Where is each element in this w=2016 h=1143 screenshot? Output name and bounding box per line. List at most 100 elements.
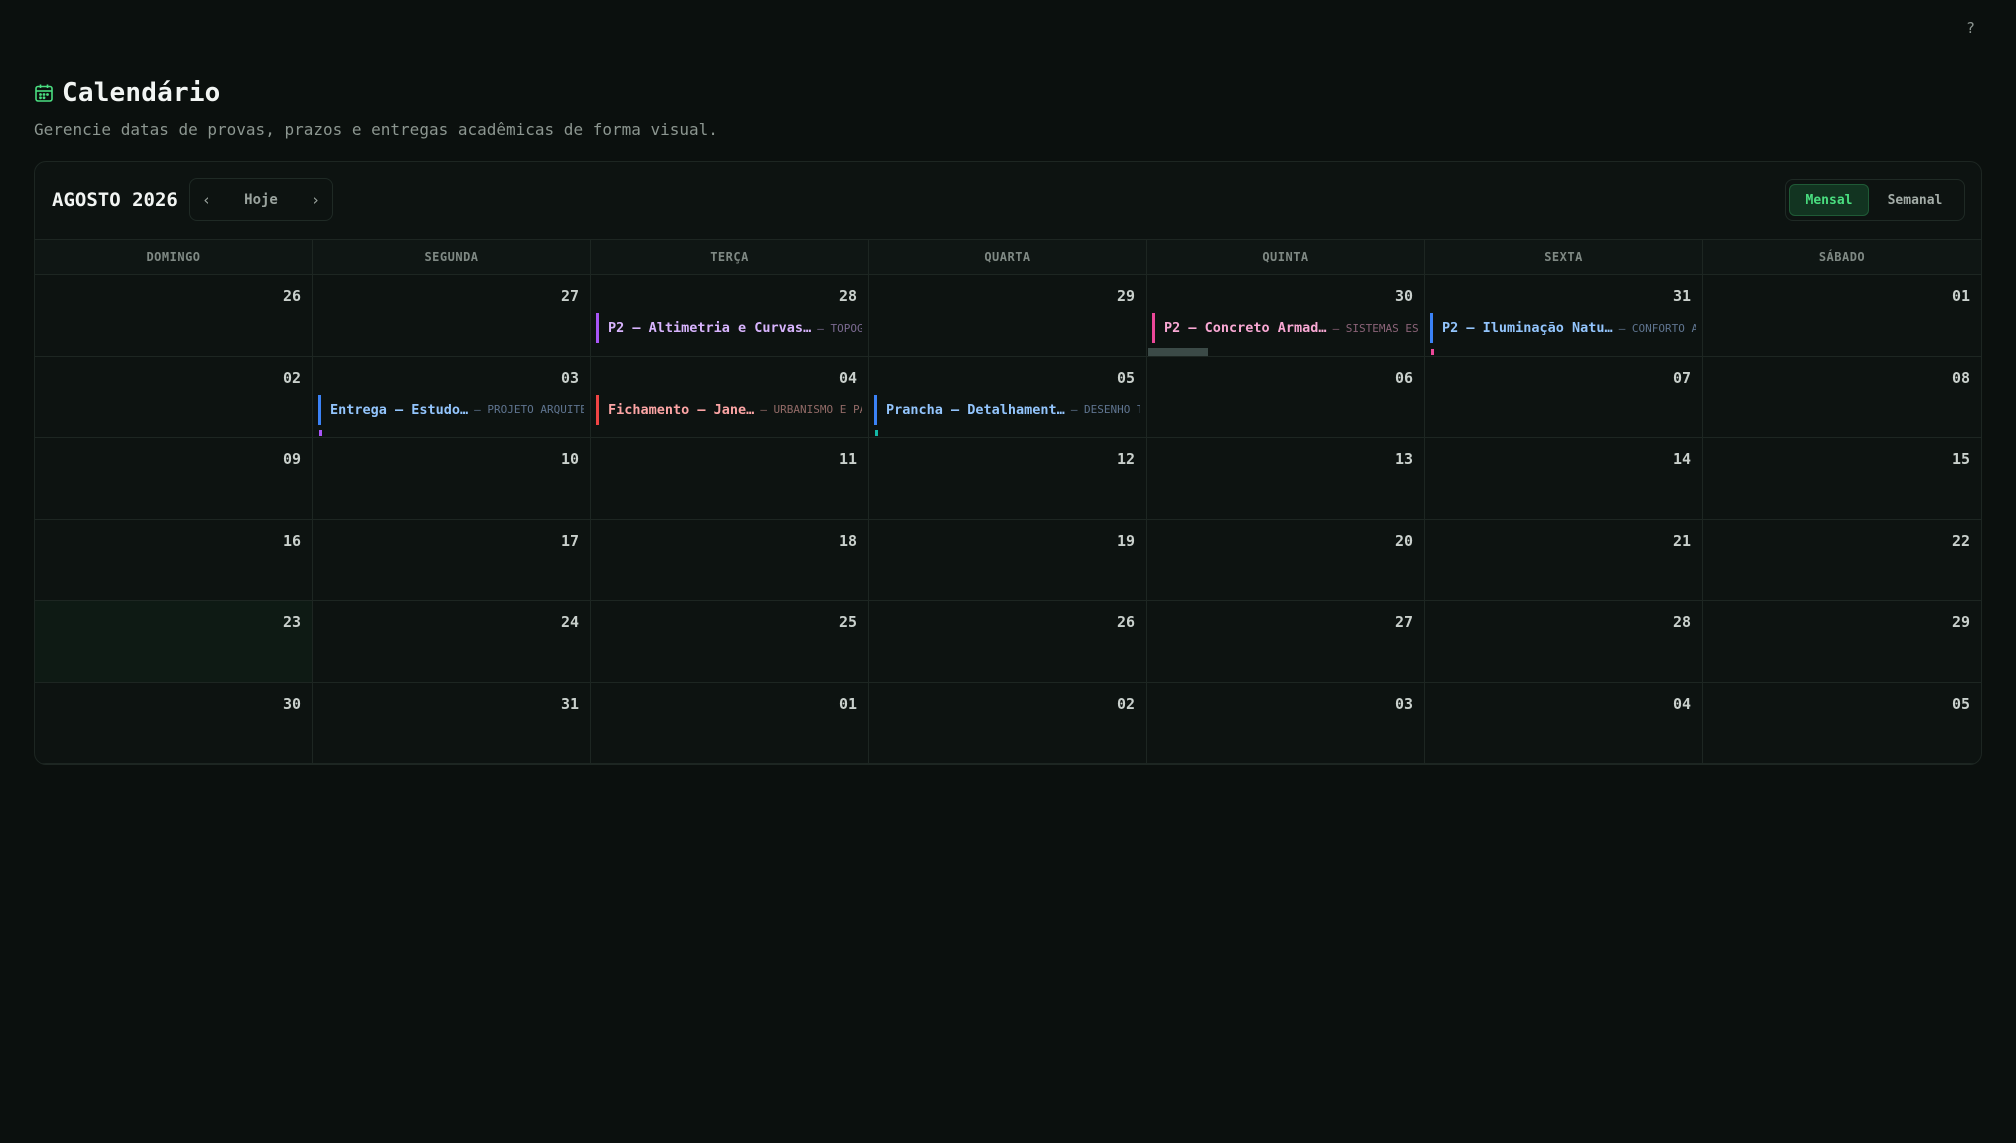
day-cell[interactable]: 27: [1147, 601, 1425, 683]
chevron-left-icon[interactable]: ‹: [202, 191, 211, 209]
day-number: 27: [560, 287, 579, 305]
day-number: 27: [1394, 613, 1413, 631]
day-number: 31: [1672, 287, 1691, 305]
day-number: 29: [1116, 287, 1135, 305]
view-toggle: Mensal Semanal: [1785, 179, 1965, 221]
weekday-label: QUARTA: [869, 240, 1147, 274]
page-title: Calendário: [62, 78, 221, 108]
day-number: 14: [1672, 450, 1691, 468]
day-cell[interactable]: 24: [313, 601, 591, 683]
event-subject: — SISTEMAS ES…: [1332, 321, 1418, 335]
day-number: 21: [1672, 531, 1691, 550]
day-cell[interactable]: 07: [1425, 356, 1703, 438]
day-number: 02: [282, 368, 301, 387]
day-number: 03: [560, 368, 579, 387]
page-subtitle: Gerencie datas de provas, prazos e entre…: [34, 120, 718, 139]
day-number: 01: [838, 694, 857, 713]
day-cell[interactable]: 18: [591, 519, 869, 601]
day-number: 13: [1394, 450, 1413, 468]
weekday-header: DOMINGO SEGUNDA TERÇA QUARTA QUINTA SEXTA SÁBA…: [35, 239, 1981, 275]
calendar-icon: [34, 83, 54, 103]
day-cell[interactable]: 31: [313, 682, 591, 764]
day-cell[interactable]: 27: [313, 275, 591, 357]
event-title: Fichamento — Jane…: [608, 401, 755, 418]
day-number: 28: [838, 287, 857, 305]
day-cell[interactable]: 10: [313, 438, 591, 520]
calendar-toolbar: AGOSTO 2026 ‹ Hoje › Mensal Semanal: [35, 162, 1981, 239]
day-cell[interactable]: 26: [869, 601, 1147, 683]
calendar-event[interactable]: P2 — Concreto Armad… — SISTEMAS ES…: [1152, 313, 1418, 343]
event-subject: — PROJETO ARQUITE…: [474, 403, 584, 416]
day-cell-today[interactable]: 23: [35, 601, 313, 683]
view-monthly-button[interactable]: Mensal: [1789, 184, 1869, 216]
day-number: 05: [1116, 368, 1135, 387]
weekday-label: SEGUNDA: [313, 240, 591, 274]
day-cell[interactable]: 15: [1703, 438, 1981, 520]
day-number: 26: [1116, 613, 1135, 631]
day-cell[interactable]: 20: [1147, 519, 1425, 601]
day-cell[interactable]: 12: [869, 438, 1147, 520]
day-cell[interactable]: 09: [35, 438, 313, 520]
day-cell[interactable]: 11: [591, 438, 869, 520]
event-title: P2 — Altimetria e Curvas…: [608, 320, 812, 336]
day-cell[interactable]: 05: [1703, 683, 1981, 764]
day-cell[interactable]: 04 Fichamento — Jane… — URBANISMO E PAI…: [591, 356, 869, 438]
day-number: 12: [1116, 450, 1135, 468]
day-cell[interactable]: 03 Entrega — Estudo… — PROJETO ARQUITE…: [313, 356, 591, 438]
day-cell[interactable]: 05 Prancha — Detalhament… — DESENHO T…: [869, 356, 1147, 438]
page-header: Calendário Gerencie datas de provas, pra…: [34, 78, 718, 139]
calendar-event[interactable]: P2 — Iluminação Natu… — CONFORTO A…: [1430, 313, 1696, 343]
day-cell[interactable]: 26: [35, 275, 313, 357]
day-number: 01: [1951, 287, 1970, 305]
day-cell[interactable]: 29: [869, 275, 1147, 357]
event-subject: — TOPOGR…: [817, 321, 862, 335]
day-number: 04: [1672, 694, 1691, 713]
event-title: P2 — Concreto Armad…: [1164, 320, 1327, 336]
day-number: 09: [282, 450, 301, 468]
day-number: 24: [560, 613, 579, 631]
calendar-card: AGOSTO 2026 ‹ Hoje › Mensal Semanal DOMI…: [34, 161, 1982, 765]
day-number: 23: [282, 613, 301, 631]
day-cell[interactable]: 03: [1147, 682, 1425, 764]
day-cell[interactable]: 01: [591, 682, 869, 764]
calendar-event[interactable]: Prancha — Detalhament… — DESENHO T…: [874, 394, 1140, 425]
day-number: 22: [1951, 531, 1970, 550]
day-cell[interactable]: 31 P2 — Iluminação Natu… — CONFORTO A…: [1425, 275, 1703, 357]
day-cell[interactable]: 30 P2 — Concreto Armad… — SISTEMAS ES…: [1147, 275, 1425, 357]
day-cell[interactable]: 29: [1703, 601, 1981, 683]
day-number: 26: [282, 287, 301, 305]
day-cell[interactable]: 02: [35, 356, 313, 438]
day-cell[interactable]: 02: [869, 682, 1147, 764]
day-cell[interactable]: 21: [1425, 519, 1703, 601]
day-cell[interactable]: 30: [35, 682, 313, 764]
day-cell[interactable]: 01: [1703, 275, 1981, 357]
event-indicator: [1431, 348, 1434, 355]
day-cell[interactable]: 06: [1147, 356, 1425, 438]
day-number: 02: [1116, 694, 1135, 713]
day-cell[interactable]: 22: [1703, 520, 1981, 601]
day-cell[interactable]: 14: [1425, 438, 1703, 520]
day-cell[interactable]: 04: [1425, 682, 1703, 764]
day-cell[interactable]: 13: [1147, 438, 1425, 520]
chevron-right-icon[interactable]: ›: [311, 191, 320, 209]
day-number: 08: [1951, 368, 1970, 387]
day-cell[interactable]: 28 P2 — Altimetria e Curvas… — TOPOGR…: [591, 275, 869, 357]
help-button[interactable]: ?: [1966, 19, 1975, 37]
day-cell[interactable]: 16: [35, 519, 313, 601]
today-button[interactable]: Hoje: [244, 192, 278, 208]
day-cell[interactable]: 19: [869, 519, 1147, 601]
scroll-indicator: [1148, 347, 1208, 356]
day-cell[interactable]: 08: [1703, 357, 1981, 438]
view-weekly-button[interactable]: Semanal: [1869, 184, 1961, 216]
weekday-label: QUINTA: [1147, 240, 1425, 274]
calendar-event[interactable]: Fichamento — Jane… — URBANISMO E PAI…: [596, 394, 862, 425]
calendar-event[interactable]: P2 — Altimetria e Curvas… — TOPOGR…: [596, 313, 862, 343]
day-cell[interactable]: 28: [1425, 601, 1703, 683]
event-indicator: [875, 430, 878, 436]
day-cell[interactable]: 17: [313, 519, 591, 601]
day-number: 18: [838, 531, 857, 550]
day-cell[interactable]: 25: [591, 601, 869, 683]
day-number: 11: [838, 450, 857, 468]
day-number: 15: [1951, 450, 1970, 468]
calendar-event[interactable]: Entrega — Estudo… — PROJETO ARQUITE…: [318, 394, 584, 425]
